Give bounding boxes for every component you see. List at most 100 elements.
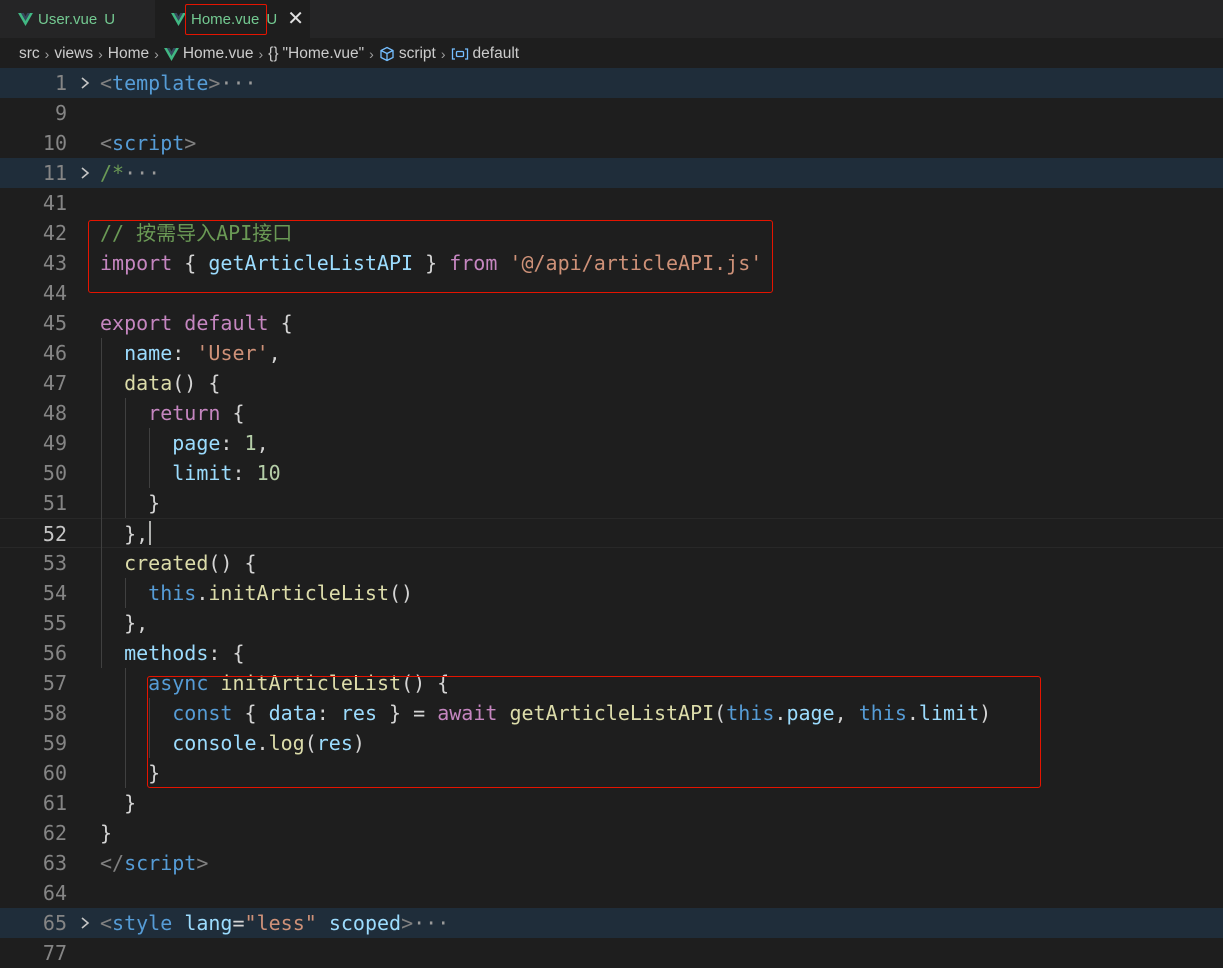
code-line[interactable]: 55 }, bbox=[0, 608, 1223, 638]
code-line[interactable]: 56 methods: { bbox=[0, 638, 1223, 668]
code-token: import bbox=[100, 251, 173, 275]
code-line[interactable]: 63 </script> bbox=[0, 848, 1223, 878]
breadcrumb-item-src[interactable]: src bbox=[19, 45, 40, 63]
breadcrumb-item-module[interactable]: "Home.vue" bbox=[283, 45, 365, 63]
code-line[interactable]: 57 async initArticleList() { bbox=[0, 668, 1223, 698]
breadcrumb-item-views[interactable]: views bbox=[54, 45, 93, 63]
code-token: scoped bbox=[328, 911, 402, 935]
line-number: 56 bbox=[42, 641, 67, 665]
code-line[interactable]: 52 }, bbox=[0, 518, 1223, 548]
chevron-right-icon: › bbox=[369, 46, 374, 62]
code-text: // 按需导入API接口 bbox=[100, 218, 292, 248]
code-token: > bbox=[184, 131, 197, 155]
code-line[interactable]: 42 // 按需导入API接口 bbox=[0, 218, 1223, 248]
code-token: getArticleListAPI bbox=[208, 251, 414, 275]
code-token: from bbox=[449, 251, 498, 275]
line-number: 44 bbox=[42, 281, 67, 305]
code-line[interactable]: 48 return { bbox=[0, 398, 1223, 428]
code-token: ( bbox=[304, 731, 317, 755]
code-text: <script> bbox=[100, 128, 196, 158]
code-token: data bbox=[268, 701, 317, 725]
code-line[interactable]: 65 <style lang="less" scoped>··· bbox=[0, 908, 1223, 938]
code-token: script bbox=[124, 851, 197, 875]
line-number: 47 bbox=[42, 371, 67, 395]
code-line[interactable]: 41 bbox=[0, 188, 1223, 218]
code-line[interactable]: 54 this.initArticleList() bbox=[0, 578, 1223, 608]
code-line[interactable]: 45 export default { bbox=[0, 308, 1223, 338]
code-line[interactable]: 60 } bbox=[0, 758, 1223, 788]
code-line[interactable]: 9 bbox=[0, 98, 1223, 128]
code-token: template bbox=[112, 71, 209, 95]
code-line[interactable]: 58 const { data: res } = await getArticl… bbox=[0, 698, 1223, 728]
code-token: log bbox=[268, 731, 305, 755]
code-token: page bbox=[786, 701, 835, 725]
line-number: 58 bbox=[42, 701, 67, 725]
code-line[interactable]: 51 } bbox=[0, 488, 1223, 518]
code-line[interactable]: 53 created() { bbox=[0, 548, 1223, 578]
code-line[interactable]: 61 } bbox=[0, 788, 1223, 818]
tab-label: User.vue bbox=[38, 10, 98, 28]
code-token: this bbox=[148, 581, 197, 605]
code-token: export bbox=[100, 311, 173, 335]
code-text: console.log(res) bbox=[100, 728, 365, 758]
code-line[interactable]: 43 import { getArticleListAPI } from '@/a… bbox=[0, 248, 1223, 278]
breadcrumb-item-default[interactable]: default bbox=[473, 45, 520, 63]
code-token: , bbox=[268, 341, 281, 365]
vue-icon bbox=[18, 12, 33, 26]
code-token: } bbox=[100, 821, 113, 845]
code-token: { bbox=[172, 251, 209, 275]
chevron-right-icon: › bbox=[44, 46, 50, 62]
code-token: . bbox=[196, 581, 209, 605]
code-token: "less" bbox=[244, 911, 317, 935]
tab-bar: User.vue U Home.vue U ✕ bbox=[0, 0, 1223, 38]
tab-home-vue[interactable]: Home.vue U ✕ bbox=[155, 0, 310, 38]
code-token: ··· bbox=[124, 161, 161, 185]
code-text: export default { bbox=[100, 308, 293, 338]
code-token: , bbox=[834, 701, 859, 725]
line-number: 10 bbox=[42, 131, 67, 155]
code-token: , bbox=[256, 431, 269, 455]
code-token: res bbox=[316, 731, 353, 755]
code-token: 10 bbox=[256, 461, 281, 485]
line-number: 55 bbox=[42, 611, 67, 635]
code-line[interactable]: 47 data() { bbox=[0, 368, 1223, 398]
code-text: } bbox=[100, 758, 160, 788]
code-token: ··· bbox=[220, 71, 257, 95]
close-icon[interactable]: ✕ bbox=[287, 9, 304, 29]
code-line[interactable]: 44 bbox=[0, 278, 1223, 308]
code-editor[interactable]: 1 <template>··· 9 10 <script> 11/*··· 41 42// 按… bbox=[0, 68, 1223, 965]
code-line[interactable]: 50 limit: 10 bbox=[0, 458, 1223, 488]
code-line[interactable]: 59 console.log(res) bbox=[0, 728, 1223, 758]
chevron-right-icon[interactable] bbox=[78, 164, 92, 182]
code-text: }, bbox=[100, 519, 148, 549]
tab-user-vue[interactable]: User.vue U bbox=[18, 0, 115, 38]
code-line[interactable]: 10 <script> bbox=[0, 128, 1223, 158]
code-token: created bbox=[124, 551, 209, 575]
line-number: 41 bbox=[42, 191, 67, 215]
code-text: <style lang="less" scoped>··· bbox=[100, 908, 449, 938]
code-line[interactable]: 49 page: 1, bbox=[0, 428, 1223, 458]
code-line[interactable]: 64 bbox=[0, 878, 1223, 908]
breadcrumb-item-file[interactable]: Home.vue bbox=[183, 45, 254, 63]
code-line[interactable]: 77 bbox=[0, 938, 1223, 968]
symbol-variable-icon bbox=[451, 48, 468, 60]
breadcrumb-item-script[interactable]: script bbox=[399, 45, 436, 63]
code-line[interactable]: 11 /*··· bbox=[0, 158, 1223, 188]
indent-guide bbox=[101, 338, 102, 668]
chevron-right-icon[interactable] bbox=[78, 74, 92, 92]
cube-icon bbox=[380, 46, 394, 62]
code-token: initArticleList bbox=[208, 581, 390, 605]
indent-guide bbox=[125, 668, 126, 788]
line-number: 77 bbox=[42, 941, 67, 965]
code-line[interactable]: 62} bbox=[0, 818, 1223, 848]
code-token: : bbox=[316, 701, 341, 725]
breadcrumb-item-home[interactable]: Home bbox=[108, 45, 149, 63]
code-line[interactable]: 1 <template>··· bbox=[0, 68, 1223, 98]
tab-label: Home.vue bbox=[184, 3, 268, 35]
code-line[interactable]: 46 name: 'User', bbox=[0, 338, 1223, 368]
chevron-right-icon[interactable] bbox=[78, 914, 92, 932]
